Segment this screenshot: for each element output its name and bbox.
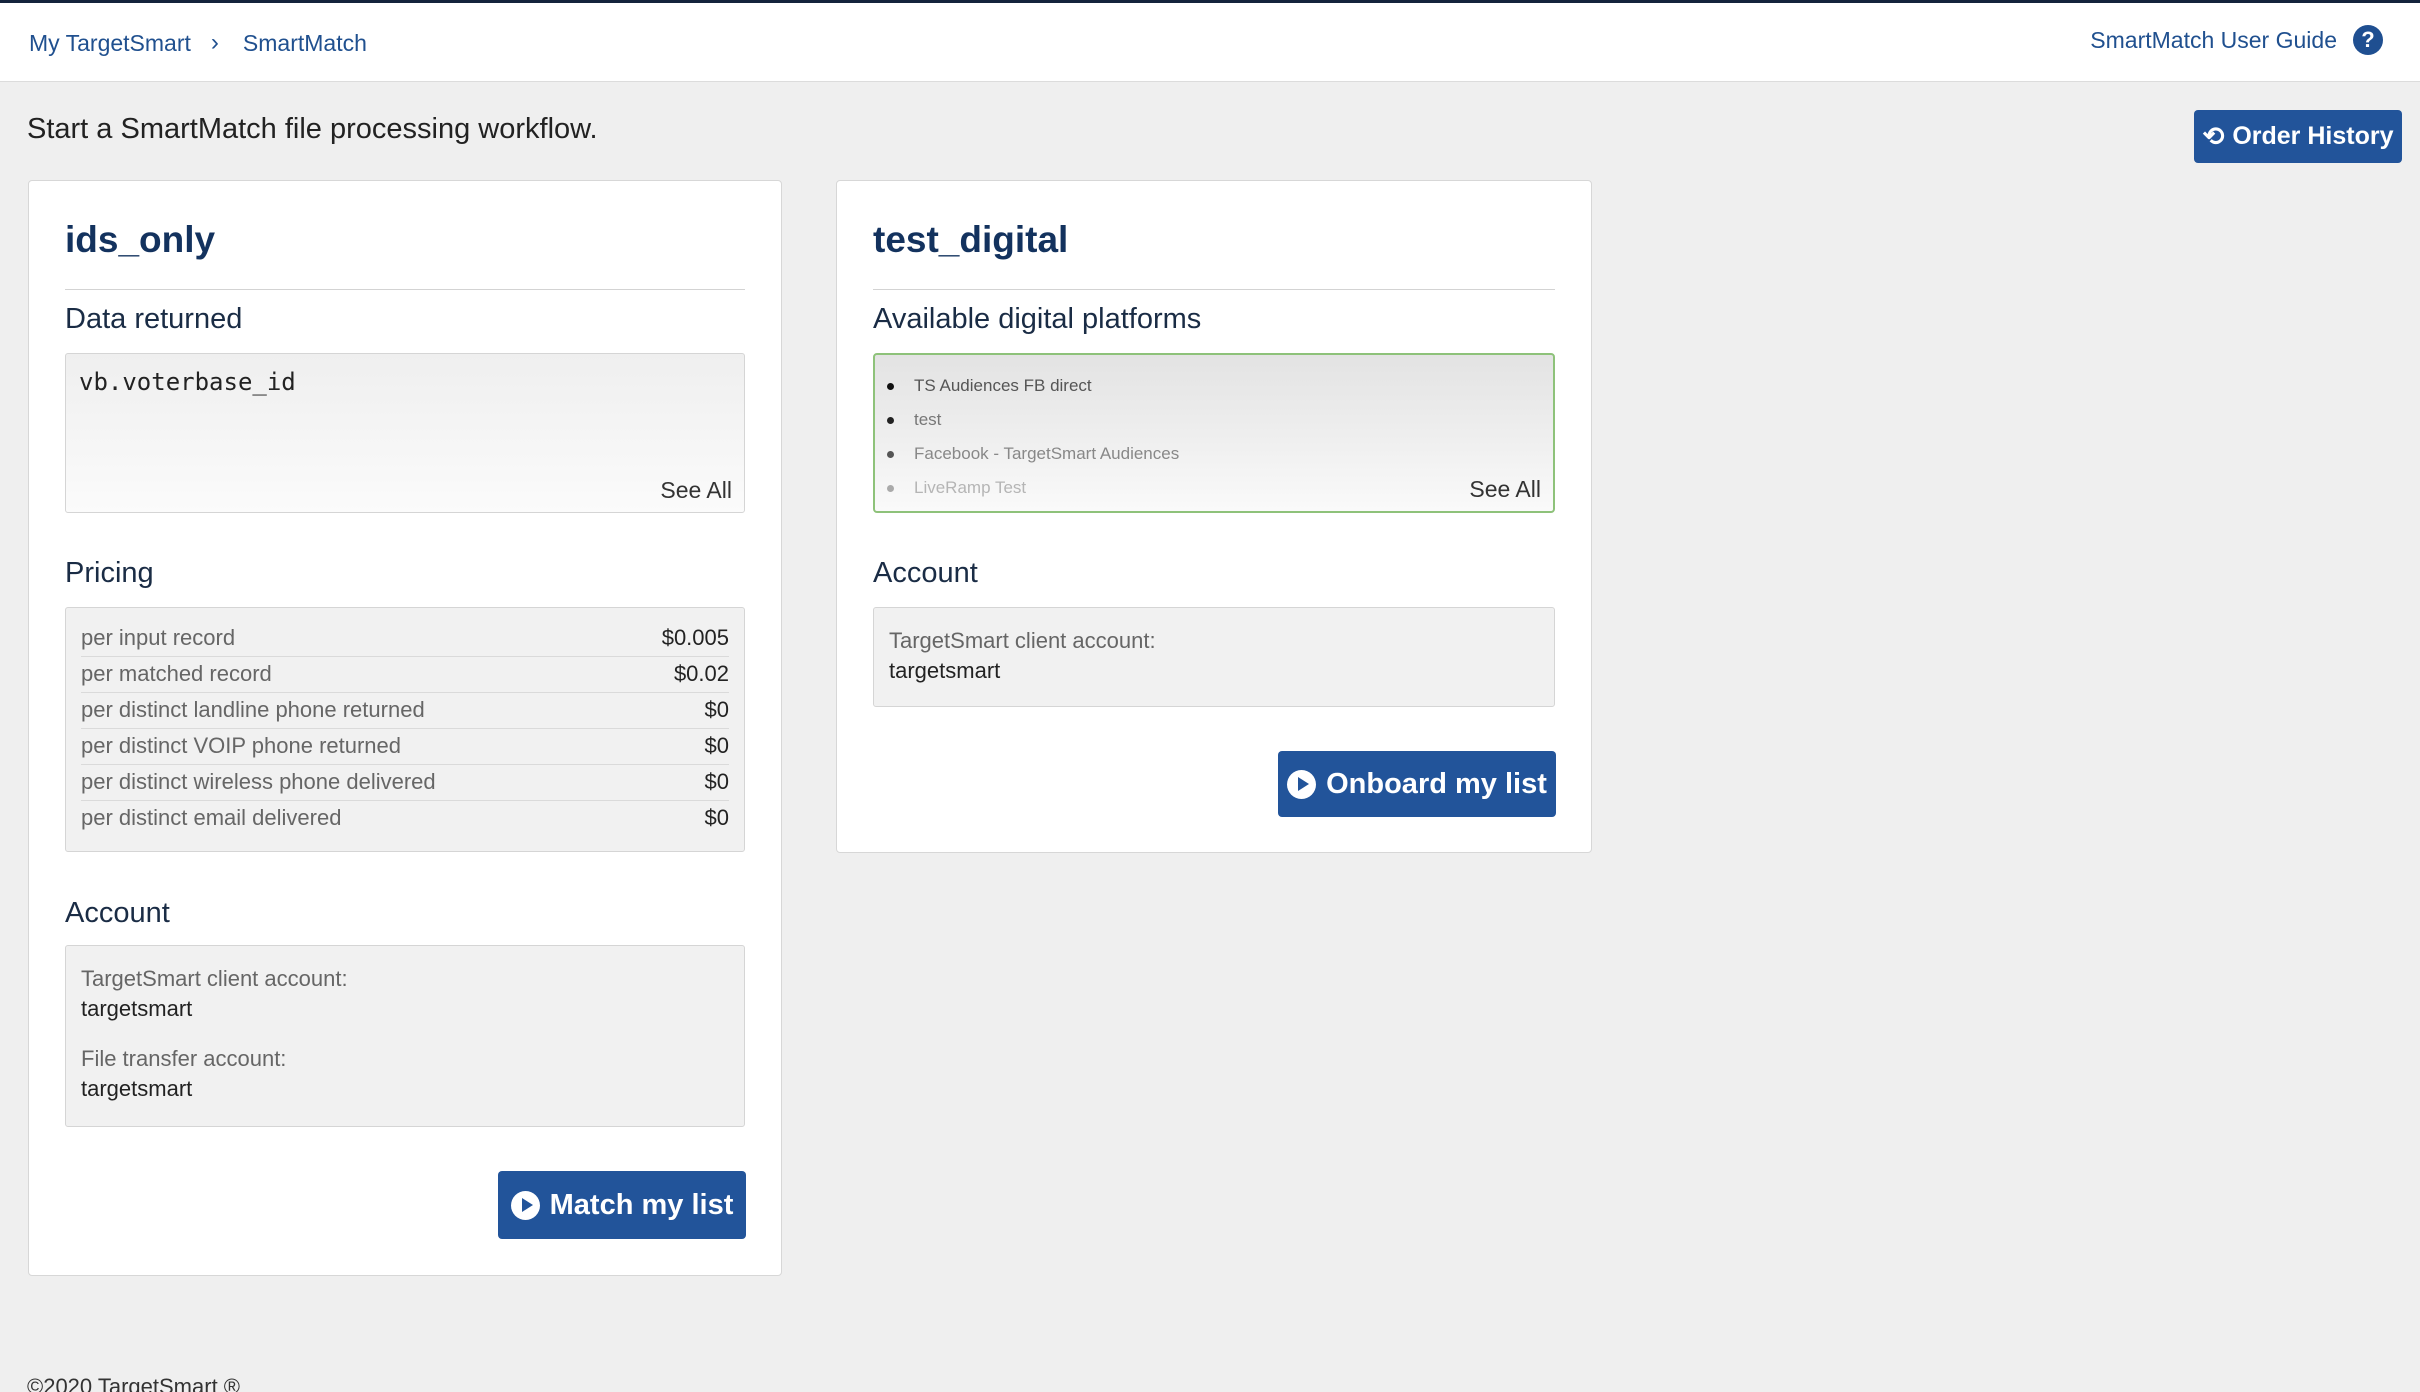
pricing-row: per matched record $0.02 xyxy=(81,657,729,693)
pricing-label: Pricing xyxy=(65,557,154,589)
order-history-label: Order History xyxy=(2232,122,2394,150)
pricing-row-label: per distinct wireless phone delivered xyxy=(81,769,436,794)
pricing-row: per distinct email delivered $0 xyxy=(81,801,729,837)
pricing-row: per input record $0.005 xyxy=(81,621,729,657)
breadcrumb: My TargetSmart › SmartMatch xyxy=(29,29,367,57)
bullet-icon xyxy=(887,484,894,492)
client-account-label: TargetSmart client account: xyxy=(889,628,1156,653)
footer-copyright: ©2020 TargetSmart ® xyxy=(27,1374,241,1392)
bullet-icon xyxy=(887,382,894,390)
onboard-my-list-label: Onboard my list xyxy=(1326,767,1547,800)
history-icon: ⟲ xyxy=(2202,121,2225,151)
breadcrumb-my-targetsmart[interactable]: My TargetSmart xyxy=(29,30,191,57)
data-returned-box: vb.voterbase_id See All xyxy=(65,353,745,513)
pricing-row-label: per input record xyxy=(81,625,236,650)
onboard-my-list-button[interactable]: Onboard my list xyxy=(1278,751,1556,817)
play-circle-icon xyxy=(1287,769,1317,799)
pricing-row-label: per distinct email delivered xyxy=(81,805,342,830)
top-nav-bar: My TargetSmart › SmartMatch SmartMatch U… xyxy=(0,0,2420,82)
match-my-list-button[interactable]: Match my list xyxy=(498,1171,746,1239)
client-account-value: targetsmart xyxy=(889,658,1001,683)
account-label: Account xyxy=(873,557,978,589)
chevron-right-icon: › xyxy=(210,29,219,56)
user-guide-link[interactable]: SmartMatch User Guide ? xyxy=(2090,25,2383,55)
pricing-row: per distinct landline phone returned $0 xyxy=(81,693,729,729)
breadcrumb-smartmatch[interactable]: SmartMatch xyxy=(243,30,367,57)
pricing-row-value: $0 xyxy=(704,769,729,794)
client-account-label: TargetSmart client account: xyxy=(81,966,348,991)
platform-name: test xyxy=(914,410,942,429)
match-my-list-label: Match my list xyxy=(549,1188,734,1221)
order-history-button[interactable]: ⟲ Order History xyxy=(2194,110,2402,163)
workflow-card-ids-only: ids_only Data returned vb.voterbase_id S… xyxy=(28,180,782,1276)
platforms-box: TS Audiences FB direct test Facebook - T… xyxy=(873,353,1555,513)
platform-name: TS Audiences FB direct xyxy=(914,376,1092,395)
page-intro: Start a SmartMatch file processing workf… xyxy=(27,113,598,145)
pricing-table: per input record $0.005 per matched reco… xyxy=(65,607,745,852)
pricing-row-value: $0 xyxy=(704,805,729,830)
account-label: Account xyxy=(65,897,170,929)
data-returned-label: Data returned xyxy=(65,303,243,335)
divider xyxy=(873,289,1555,290)
see-all-link[interactable]: See All xyxy=(1469,476,1541,503)
pricing-row-value: $0 xyxy=(704,697,729,722)
data-returned-value: vb.voterbase_id xyxy=(79,368,296,396)
question-circle-icon[interactable]: ? xyxy=(2353,25,2383,55)
bullet-icon xyxy=(887,450,894,458)
account-box: TargetSmart client account: targetsmart … xyxy=(65,945,745,1127)
file-transfer-account-label: File transfer account: xyxy=(81,1046,287,1071)
list-item: Facebook - TargetSmart Audiences xyxy=(887,437,1179,471)
list-item: test xyxy=(887,403,1179,437)
card-title: test_digital xyxy=(873,219,1069,260)
play-circle-icon xyxy=(510,1190,540,1220)
available-platforms-label: Available digital platforms xyxy=(873,303,1202,335)
pricing-row-value: $0 xyxy=(704,733,729,758)
pricing-row-label: per distinct landline phone returned xyxy=(81,697,425,722)
pricing-row-label: per matched record xyxy=(81,661,272,686)
platform-name: LiveRamp Test xyxy=(914,478,1027,497)
platform-name: Facebook - TargetSmart Audiences xyxy=(914,444,1180,463)
pricing-row: per distinct wireless phone delivered $0 xyxy=(81,765,729,801)
bullet-icon xyxy=(887,416,894,424)
client-account-value: targetsmart xyxy=(81,996,193,1021)
account-box: TargetSmart client account: targetsmart xyxy=(873,607,1555,707)
see-all-link[interactable]: See All xyxy=(660,477,732,504)
platform-list: TS Audiences FB direct test Facebook - T… xyxy=(887,369,1179,505)
card-title: ids_only xyxy=(65,219,216,260)
pricing-row-label: per distinct VOIP phone returned xyxy=(81,733,402,758)
pricing-row: per distinct VOIP phone returned $0 xyxy=(81,729,729,765)
user-guide-label[interactable]: SmartMatch User Guide xyxy=(2090,27,2337,54)
pricing-row-value: $0.005 xyxy=(661,625,729,650)
pricing-row-value: $0.02 xyxy=(673,661,729,686)
list-item: LiveRamp Test xyxy=(887,471,1179,505)
workflow-card-test-digital: test_digital Available digital platforms… xyxy=(836,180,1592,853)
file-transfer-account-value: targetsmart xyxy=(81,1076,193,1101)
list-item: TS Audiences FB direct xyxy=(887,369,1179,403)
divider xyxy=(65,289,745,290)
